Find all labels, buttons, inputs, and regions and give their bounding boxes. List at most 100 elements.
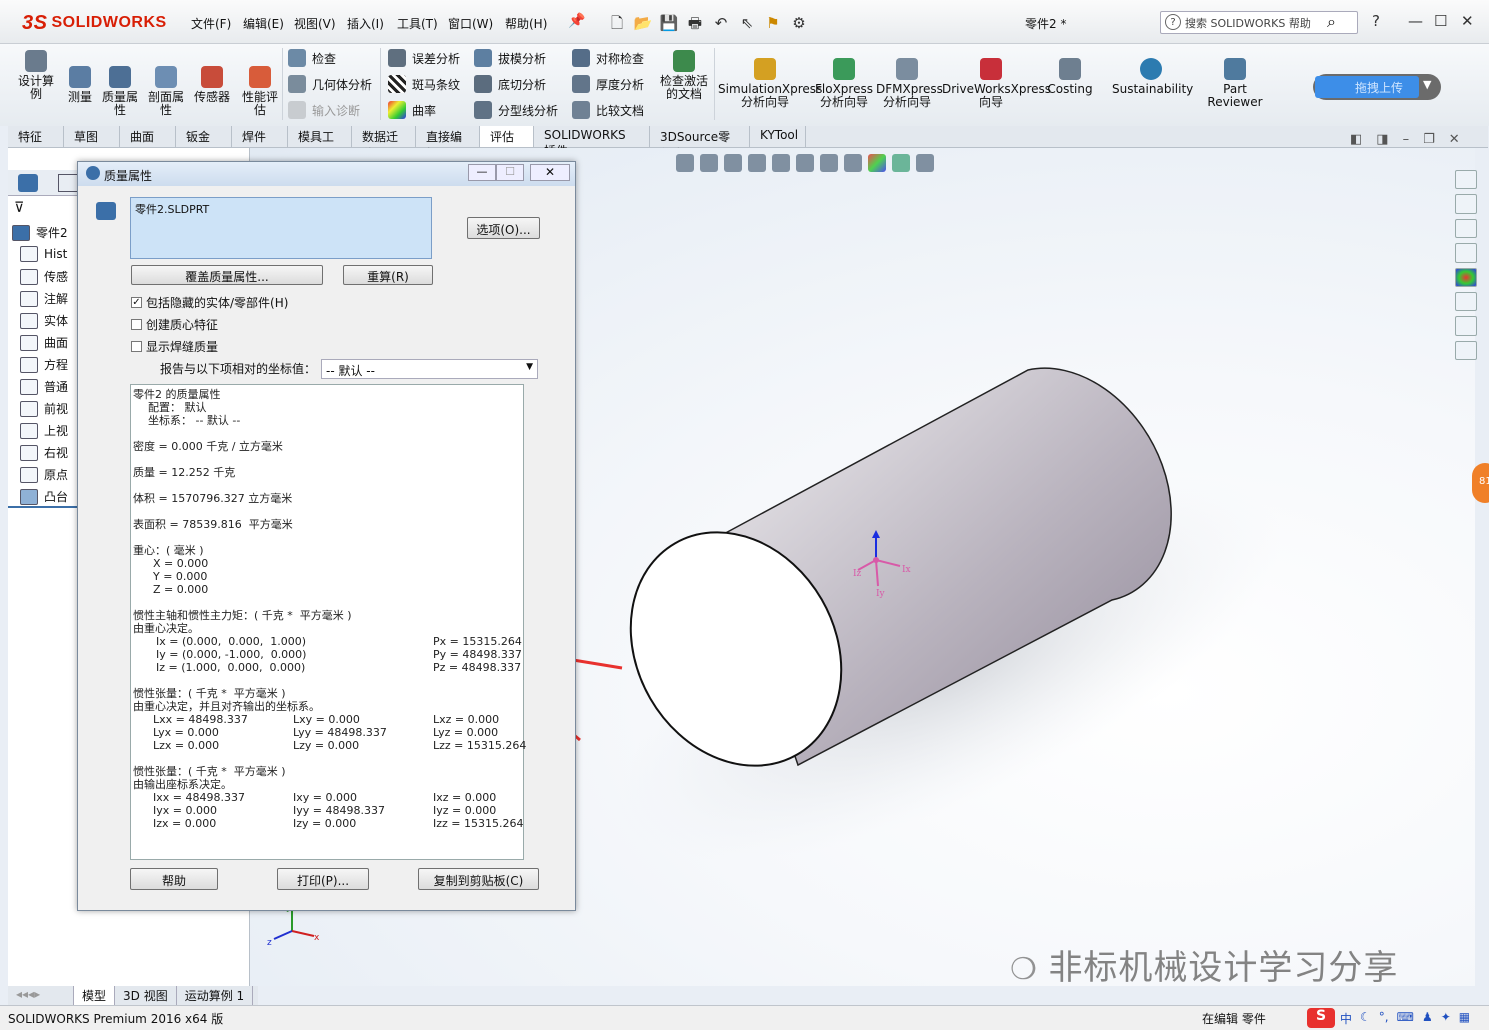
compare-documents-button[interactable]: 比较文档 bbox=[572, 101, 644, 119]
menu-view[interactable]: 视图(V) bbox=[294, 15, 336, 32]
simulationxpress-button[interactable]: SimulationXpress分析向导 bbox=[718, 58, 822, 109]
filter-icon[interactable]: ⊽ bbox=[14, 200, 24, 216]
section-properties-button[interactable]: 剖面属性 bbox=[146, 66, 186, 117]
menu-help[interactable]: 帮助(H) bbox=[505, 15, 547, 32]
new-icon[interactable]: 🗋 bbox=[606, 12, 628, 34]
tab-surfaces[interactable]: 曲面 bbox=[120, 126, 176, 147]
view-settings-icon[interactable] bbox=[916, 154, 934, 172]
tree-item-history[interactable]: Hist bbox=[20, 246, 67, 262]
checkbox-unchecked[interactable] bbox=[131, 319, 142, 330]
floxpress-button[interactable]: FloXpress分析向导 bbox=[814, 58, 874, 109]
tile-left-icon[interactable]: ◧ bbox=[1350, 132, 1362, 147]
tab-direct-editing[interactable]: 直接编辑 bbox=[416, 126, 480, 161]
dynamic-annotation-icon[interactable] bbox=[772, 154, 790, 172]
view-orientation-icon[interactable] bbox=[796, 154, 814, 172]
tab-model[interactable]: 模型 bbox=[74, 986, 116, 1005]
ime-shirt-icon[interactable]: ✦ bbox=[1441, 1010, 1451, 1027]
viewport-minimize-icon[interactable]: – bbox=[1403, 132, 1410, 147]
create-com-checkbox[interactable]: 创建质心特征 bbox=[131, 316, 218, 333]
tree-item-annotations[interactable]: 注解 bbox=[20, 290, 68, 307]
thickness-analysis-button[interactable]: 厚度分析 bbox=[572, 75, 644, 93]
menu-file[interactable]: 文件(F) bbox=[191, 15, 231, 32]
sustainability-button[interactable]: Sustainability bbox=[1112, 58, 1193, 96]
display-style-icon[interactable] bbox=[820, 154, 838, 172]
tree-item-boss-extrude[interactable]: 凸台 bbox=[20, 488, 68, 505]
copy-to-clipboard-button[interactable]: 复制到剪贴板(C) bbox=[418, 868, 539, 890]
print-button[interactable]: 打印(P)... bbox=[277, 868, 369, 890]
solidworks-resources-icon[interactable] bbox=[1455, 316, 1477, 336]
upload-dropdown-icon[interactable]: ▼ bbox=[1423, 78, 1431, 91]
tree-item-right-plane[interactable]: 右视 bbox=[20, 444, 68, 461]
options-gear-icon[interactable]: ⚙ bbox=[788, 12, 810, 34]
section-view-icon[interactable] bbox=[748, 154, 766, 172]
open-icon[interactable]: 📂 bbox=[632, 12, 654, 34]
tree-item-origin[interactable]: 原点 bbox=[20, 466, 68, 483]
appearances-icon[interactable] bbox=[1455, 267, 1477, 287]
menu-window[interactable]: 窗口(W) bbox=[448, 15, 493, 32]
notification-badge[interactable]: 81 bbox=[1472, 463, 1489, 503]
ime-menu-icon[interactable]: ▦ bbox=[1459, 1010, 1470, 1027]
tree-item-surface-bodies[interactable]: 曲面 bbox=[20, 334, 68, 351]
tile-right-icon[interactable]: ◨ bbox=[1376, 132, 1388, 147]
coordinate-system-select[interactable]: -- 默认 -- ▼ bbox=[321, 359, 538, 379]
ime-user-icon[interactable]: ♟ bbox=[1422, 1010, 1433, 1027]
print-icon[interactable]: 🖶 bbox=[684, 12, 706, 34]
menu-insert[interactable]: 插入(I) bbox=[347, 15, 384, 32]
tab-3d-view[interactable]: 3D 视图 bbox=[115, 986, 177, 1005]
ime-logo-icon[interactable]: S bbox=[1307, 1008, 1335, 1028]
pin-icon[interactable]: 📌 bbox=[568, 13, 585, 29]
tab-mold-tools[interactable]: 模具工具 bbox=[288, 126, 352, 161]
tab-motion-study[interactable]: 运动算例 1 bbox=[177, 986, 254, 1005]
tab-weldments[interactable]: 焊件 bbox=[232, 126, 288, 147]
ime-punct-icon[interactable]: °, bbox=[1379, 1010, 1389, 1027]
help-icon[interactable]: ? bbox=[1372, 12, 1380, 30]
ime-mode-icon[interactable]: 中 bbox=[1340, 1010, 1352, 1027]
parting-line-analysis-button[interactable]: 分型线分析 bbox=[474, 101, 558, 119]
check-button[interactable]: 检查 bbox=[288, 49, 336, 67]
import-diagnostics-button[interactable]: 输入诊断 bbox=[288, 101, 360, 119]
check-active-document-button[interactable]: 检查激活的文档 bbox=[656, 50, 712, 101]
deviation-analysis-button[interactable]: 误差分析 bbox=[388, 49, 460, 67]
home-icon[interactable] bbox=[1455, 170, 1477, 190]
ime-moon-icon[interactable]: ☾ bbox=[1360, 1010, 1371, 1027]
ime-toolbar[interactable]: 中 ☾ °, ⌨ ♟ ✦ ▦ bbox=[1340, 1010, 1470, 1027]
measure-button[interactable]: 测量 bbox=[64, 66, 96, 104]
close-button[interactable]: ✕ bbox=[1461, 12, 1474, 30]
help-button[interactable]: 帮助 bbox=[130, 868, 218, 890]
menu-edit[interactable]: 编辑(E) bbox=[243, 15, 284, 32]
view-palette-icon[interactable] bbox=[1455, 243, 1477, 263]
mass-properties-report[interactable]: 零件2 的质量属性 配置： 默认 坐标系： -- 默认 -- 密度 = 0.00… bbox=[130, 384, 526, 860]
mass-properties-button[interactable]: 质量属性 bbox=[100, 66, 140, 117]
file-explorer-icon[interactable] bbox=[1455, 218, 1477, 239]
show-weld-mass-checkbox[interactable]: 显示焊缝质量 bbox=[131, 338, 218, 355]
hide-show-icon[interactable] bbox=[844, 154, 862, 172]
tab-sketch[interactable]: 草图 bbox=[64, 126, 120, 147]
tab-nav-arrows[interactable]: ◂◂◂▸ bbox=[8, 986, 74, 1005]
maximize-button[interactable]: ☐ bbox=[1434, 12, 1447, 30]
driveworksxpress-button[interactable]: DriveWorksXpress向导 bbox=[942, 58, 1051, 109]
options-button[interactable]: 选项(O)... bbox=[467, 217, 540, 239]
draft-analysis-button[interactable]: 拔模分析 bbox=[474, 49, 546, 67]
search-icon[interactable]: ⌕ bbox=[1327, 12, 1336, 32]
menu-tools[interactable]: 工具(T) bbox=[397, 15, 438, 32]
dialog-close-button[interactable]: ✕ bbox=[530, 164, 570, 181]
zoom-area-icon[interactable] bbox=[700, 154, 718, 172]
checkbox-checked[interactable]: ✓ bbox=[131, 297, 142, 308]
part-reviewer-button[interactable]: Part Reviewer bbox=[1206, 58, 1264, 109]
include-hidden-checkbox[interactable]: ✓ 包括隐藏的实体/零部件(H) bbox=[131, 294, 288, 311]
undercut-analysis-button[interactable]: 底切分析 bbox=[474, 75, 546, 93]
upload-widget[interactable]: 拖拽上传 ▼ bbox=[1313, 74, 1441, 100]
property-manager-tab-icon[interactable] bbox=[58, 174, 78, 192]
tree-item-material[interactable]: 普通 bbox=[20, 378, 68, 395]
apply-scene-icon[interactable] bbox=[892, 154, 910, 172]
tab-data-migration[interactable]: 数据迁移 bbox=[352, 126, 416, 161]
custom-properties-icon[interactable] bbox=[1455, 291, 1477, 312]
feature-manager-tab-icon[interactable] bbox=[18, 174, 38, 192]
dialog-title-bar[interactable]: 质量属性 — ☐ ✕ bbox=[78, 162, 575, 186]
zebra-stripes-button[interactable]: 斑马条纹 bbox=[388, 75, 460, 93]
recalculate-button[interactable]: 重算(R) bbox=[343, 265, 433, 285]
selected-items-list[interactable]: 零件2.SLDPRT bbox=[130, 197, 432, 259]
forum-icon[interactable] bbox=[1455, 340, 1477, 360]
undo-icon[interactable]: ↶ bbox=[710, 12, 732, 34]
viewport-restore-icon[interactable]: ❐ bbox=[1423, 132, 1435, 147]
